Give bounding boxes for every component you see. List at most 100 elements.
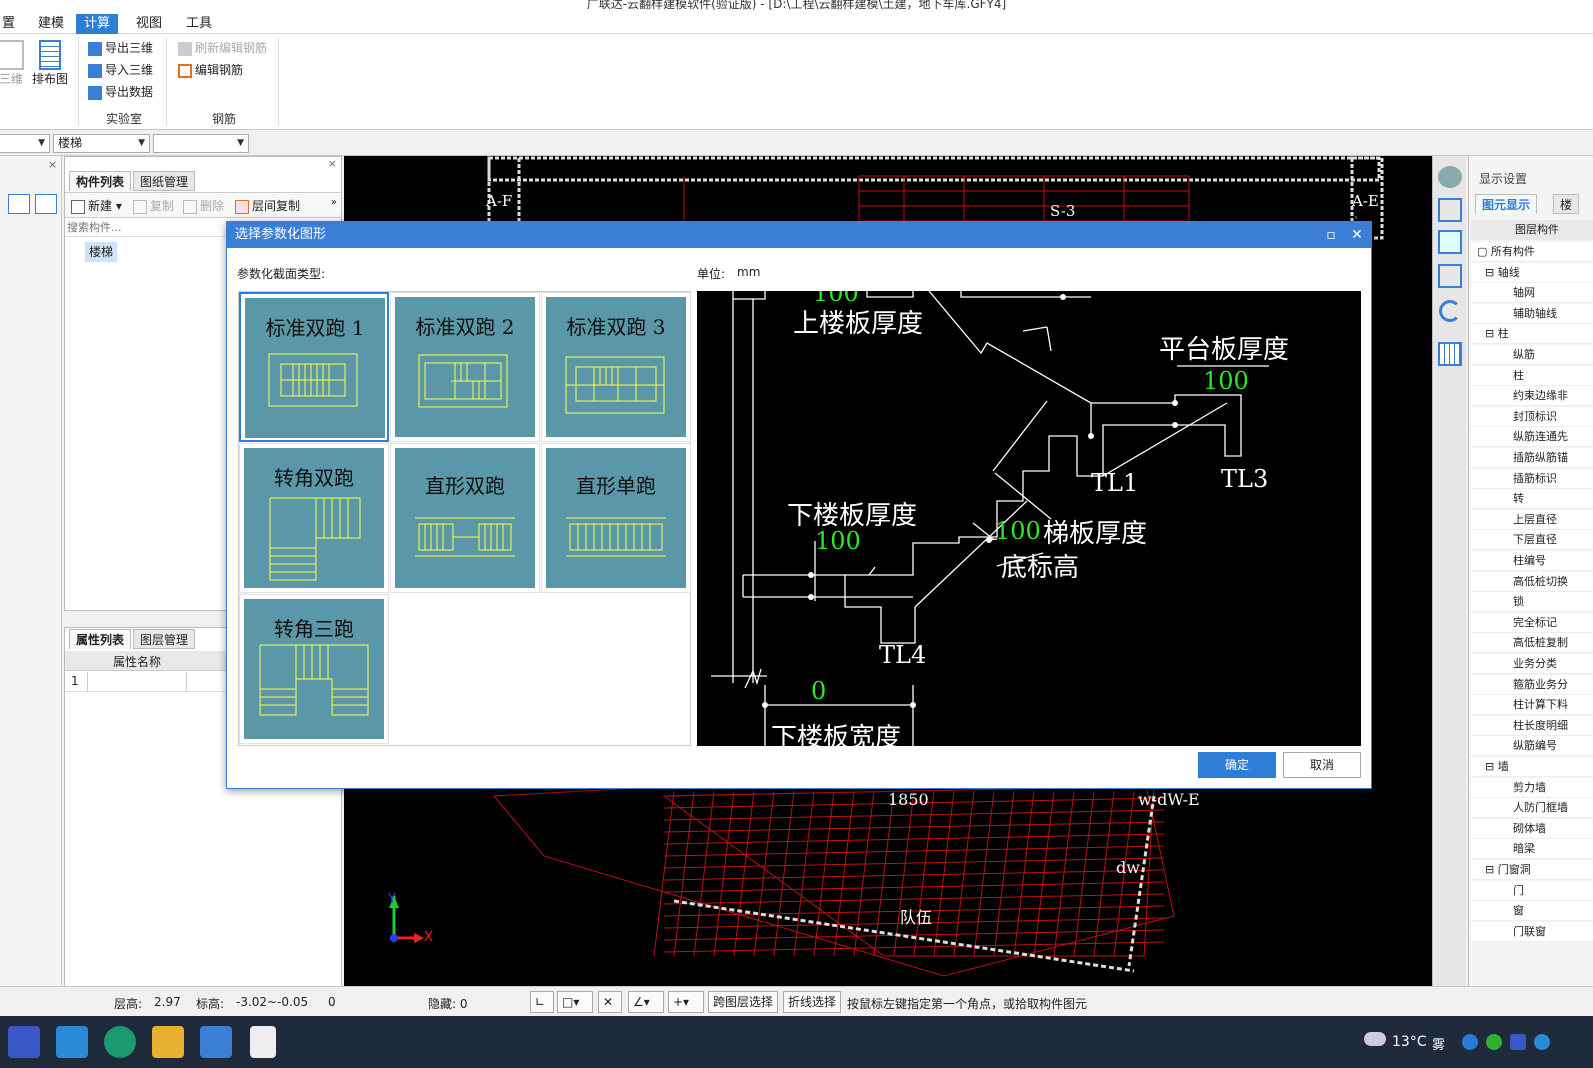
close-icon[interactable]: × (48, 158, 57, 171)
cad-app-icon[interactable] (200, 1026, 232, 1058)
document-icon[interactable] (250, 1026, 276, 1058)
tab-drawing-management[interactable]: 图纸管理 (133, 171, 196, 191)
tab-floor-display[interactable]: 楼 (1553, 194, 1580, 214)
export-3d-button[interactable]: 导出三维 (88, 38, 153, 58)
close-icon[interactable]: ✕ (1345, 222, 1369, 248)
offset-select[interactable]: +▾ (668, 991, 704, 1013)
menu-view[interactable]: 视图 (128, 14, 170, 34)
delete-button[interactable]: 删除 (183, 196, 224, 216)
shape-standard-double-3[interactable]: 标准双跑 3 (541, 292, 691, 442)
3d-button[interactable]: 三维 (0, 40, 26, 87)
cross-icon[interactable]: ✕ (598, 991, 622, 1013)
layer-tree-item[interactable]: 高低桩切换 (1471, 571, 1593, 592)
floor-select[interactable]: ▼ (0, 134, 50, 153)
component-item-stair[interactable]: 楼梯 (85, 242, 118, 262)
layer-tree-item[interactable]: 人防门框墙 (1471, 798, 1593, 819)
3d-view-icon[interactable] (1438, 198, 1462, 222)
tray-icon[interactable] (1462, 1034, 1478, 1050)
layer-tree-item[interactable]: 砌体墙 (1471, 818, 1593, 839)
menu-modeling[interactable]: 建模 (30, 14, 72, 34)
layer-tree-item[interactable]: 柱编号 (1471, 551, 1593, 571)
layer-tree-item[interactable]: 剪力墙 (1471, 777, 1593, 798)
orbit-icon[interactable] (1438, 166, 1462, 188)
cancel-button[interactable]: 取消 (1283, 752, 1361, 778)
layer-tree-item[interactable]: 柱长度明细 (1471, 715, 1593, 736)
layout-button[interactable]: 排布图 (30, 40, 70, 87)
layer-tree-item[interactable]: 箍筋业务分 (1471, 674, 1593, 695)
layer-tree-item[interactable]: 纵筋编号 (1471, 736, 1593, 757)
layer-tree-item[interactable]: 下层直径 (1471, 530, 1593, 551)
maximize-icon[interactable]: ▫ (1319, 222, 1343, 248)
layer-tree-item[interactable]: 高低桩复制 (1471, 633, 1593, 654)
layer-tree-item[interactable]: 暗梁 (1471, 839, 1593, 860)
shape-standard-double-1[interactable]: 标准双跑 1 (239, 292, 389, 442)
layer-tree-item[interactable]: 辅助轴线 (1471, 303, 1593, 324)
layer-tree-item[interactable]: ⊟ 门窗洞 (1471, 860, 1593, 880)
property-cell[interactable] (87, 672, 187, 692)
layer-tree-item[interactable]: 约束边缘非 (1471, 386, 1593, 407)
menu-tools[interactable]: 工具 (178, 14, 220, 34)
list-view-icon[interactable] (8, 194, 30, 214)
layer-tree-item[interactable]: ▢ 所有构件 (1471, 242, 1593, 262)
collapse-icon[interactable]: ⊟ (1485, 760, 1498, 773)
cross-floor-select-button[interactable]: 跨图层选择 (708, 991, 779, 1013)
layer-tree-item[interactable]: 上层直径 (1471, 509, 1593, 530)
import-3d-button[interactable]: 导入三维 (88, 60, 153, 80)
layer-tree-item[interactable]: 封顶标识 (1471, 406, 1593, 427)
more-icon[interactable]: » (331, 197, 337, 208)
layer-tree-item[interactable]: 纵筋连通先 (1471, 427, 1593, 448)
layer-tree-item[interactable]: 柱计算下料 (1471, 695, 1593, 716)
collapse-icon[interactable]: ⊟ (1485, 863, 1498, 876)
tab-element-display[interactable]: 图元显示 (1475, 194, 1538, 214)
angle-select[interactable]: ∠▾ (628, 991, 664, 1013)
shape-corner-triple[interactable]: 转角三跑 (239, 594, 389, 744)
layer-tree-item[interactable]: 门联窗 (1471, 921, 1593, 942)
shape-straight-double[interactable]: 直形双跑 (390, 443, 540, 593)
browser-icon[interactable] (104, 1026, 136, 1058)
shape-straight-single[interactable]: 直形单跑 (541, 443, 691, 593)
edit-rebar-button[interactable]: 编辑钢筋 (178, 60, 243, 80)
layer-tree-item[interactable]: 插筋标识 (1471, 468, 1593, 489)
collapse-icon[interactable]: ▢ (1477, 245, 1491, 258)
copy-button[interactable]: 复制 (133, 196, 174, 216)
layer-tree-item[interactable]: 业务分类 (1471, 654, 1593, 674)
top-view-icon[interactable] (1438, 230, 1462, 254)
new-button[interactable]: 新建 ▾ (71, 196, 122, 216)
layer-tree-item[interactable]: 轴网 (1471, 283, 1593, 304)
grid-view-icon[interactable] (35, 194, 57, 214)
component-type-select[interactable]: 楼梯 ▼ (53, 134, 150, 153)
rotate-icon[interactable] (1439, 300, 1461, 322)
export-data-button[interactable]: 导出数据 (88, 82, 153, 102)
side-view-icon[interactable] (1438, 264, 1462, 288)
tab-property-list[interactable]: 属性列表 (69, 629, 132, 649)
shape-corner-double[interactable]: 转角双跑 (239, 443, 389, 593)
close-icon[interactable]: × (328, 157, 337, 170)
layer-tree-item[interactable]: ⊟ 轴线 (1471, 262, 1593, 283)
component-select[interactable]: ▼ (153, 134, 249, 153)
tray-icon[interactable] (1486, 1034, 1502, 1050)
layer-tree-item[interactable]: 门 (1471, 880, 1593, 901)
layer-tree-item[interactable]: 转 (1471, 489, 1593, 510)
tray-icon[interactable] (1510, 1034, 1526, 1050)
layer-tree-item[interactable]: 窗 (1471, 901, 1593, 922)
shape-standard-double-2[interactable]: 标准双跑 2 (390, 292, 540, 442)
ok-button[interactable]: 确定 (1198, 752, 1276, 778)
layer-tree-item[interactable]: 锁 (1471, 592, 1593, 613)
folder-icon[interactable] (152, 1026, 184, 1058)
menu-calculate[interactable]: 计算 (76, 14, 119, 34)
snap-select[interactable]: □▾ (557, 991, 593, 1013)
menu-settings[interactable]: 置 (0, 14, 23, 34)
ortho-icon[interactable]: ∟ (530, 991, 554, 1013)
layer-tree-item[interactable]: 纵筋 (1471, 345, 1593, 365)
layer-tree-item[interactable]: ⊟ 墙 (1471, 757, 1593, 777)
tray-icon[interactable] (1534, 1034, 1550, 1050)
app-logo-icon[interactable] (8, 1026, 40, 1058)
layer-view-icon[interactable] (1438, 342, 1462, 366)
layer-tree-item[interactable]: 柱 (1471, 365, 1593, 386)
layer-tree-item[interactable]: 插筋纵筋锚 (1471, 448, 1593, 468)
mail-icon[interactable] (56, 1026, 88, 1058)
collapse-icon[interactable]: ⊟ (1485, 327, 1498, 340)
layer-tree-item[interactable]: 完全标记 (1471, 612, 1593, 633)
tab-component-list[interactable]: 构件列表 (69, 171, 132, 191)
floor-copy-button[interactable]: 层间复制 (235, 196, 300, 216)
